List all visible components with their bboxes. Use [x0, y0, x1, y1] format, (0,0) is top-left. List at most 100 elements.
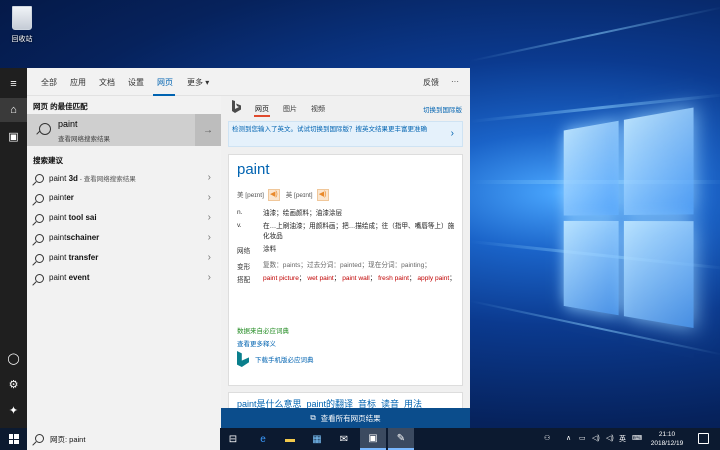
- volume-icon[interactable]: ◁): [592, 434, 600, 442]
- people-icon[interactable]: ⚇: [544, 434, 550, 442]
- best-match-item[interactable]: paint 查看网络搜索结果 →: [27, 114, 221, 146]
- preview-pane: 网页 图片 视频 切换到国际版 检测到您输入了英文。试试切换到国际版？搜英文结果…: [221, 96, 470, 428]
- search-icon: [35, 434, 44, 443]
- search-icon: [39, 123, 51, 135]
- notebook-icon[interactable]: ▣: [0, 124, 27, 148]
- tab-web[interactable]: 网页: [157, 77, 173, 88]
- collocation-link[interactable]: fresh paint: [378, 275, 409, 282]
- chevron-right-icon[interactable]: ›: [208, 272, 211, 283]
- best-match-header: 网页 的最佳匹配: [33, 102, 88, 111]
- pronunciation-us: 美 [peɪnt]: [237, 192, 264, 199]
- suggestion-item[interactable]: paintschainer ›: [27, 228, 221, 248]
- part-of-speech: v.: [237, 222, 242, 229]
- forms-text: 复数：paints；过去分词：painted；现在分词：painting；: [263, 262, 431, 269]
- search-icon: [35, 274, 44, 283]
- chevron-right-icon[interactable]: ›: [208, 212, 211, 223]
- collocation-link[interactable]: paint wall: [342, 275, 370, 282]
- open-arrow-icon[interactable]: →: [195, 114, 221, 146]
- bing-tab-videos[interactable]: 视频: [311, 104, 325, 114]
- dictionary-word: paint: [237, 161, 270, 178]
- user-icon[interactable]: ◯: [0, 346, 27, 370]
- english-detected-banner[interactable]: 检测到您输入了英文。试试切换到国际版？搜英文结果更丰富更准确 ›: [228, 121, 463, 147]
- chevron-right-icon[interactable]: ›: [208, 232, 211, 243]
- hamburger-menu-icon[interactable]: ≡: [0, 72, 27, 96]
- suggestion-item[interactable]: paint tool sai ›: [27, 208, 221, 228]
- bing-tab-web[interactable]: 网页: [255, 104, 269, 114]
- edge-browser-icon[interactable]: e: [250, 428, 276, 450]
- taskbar: 网页: paint ⊟ e ▬ ▦ ✉ ▣ ✎ ⚇ ∧ ▭ ◁) ◁) 英 ⌨ …: [0, 428, 720, 450]
- store-icon[interactable]: ▦: [304, 428, 330, 450]
- results-list: 网页 的最佳匹配 paint 查看网络搜索结果 → 搜索建议 paint 3d …: [27, 96, 221, 428]
- more-definitions-link[interactable]: 查看更多释义: [237, 338, 276, 348]
- definition-row: n. 油漆；绘画颜料；油漆涂层: [237, 209, 459, 219]
- volume-icon-2[interactable]: ◁): [606, 434, 614, 442]
- home-icon[interactable]: ⌂: [0, 98, 27, 122]
- search-icon: [35, 254, 44, 263]
- see-all-label: 查看所有网页结果: [320, 413, 381, 423]
- more-options-button[interactable]: ···: [451, 77, 459, 86]
- best-match-query: paint: [58, 119, 78, 129]
- switch-international-link[interactable]: 切换到国际版: [423, 104, 462, 114]
- start-button[interactable]: [0, 428, 27, 450]
- settings-gear-icon[interactable]: ⚙: [0, 372, 27, 396]
- windows-logo-graphic: [563, 107, 698, 334]
- suggestion-prefix: paint: [49, 253, 67, 262]
- collocation-link[interactable]: apply paint: [417, 275, 449, 282]
- feedback-button[interactable]: 反馈: [423, 77, 439, 88]
- definition-row: v. 在…上刷油漆；用颜料画；把…描绘成；往（指甲、嘴唇等上）施化妆品: [237, 222, 459, 242]
- tab-apps[interactable]: 应用: [70, 77, 86, 88]
- dictionary-source[interactable]: 数据来自必应词典: [237, 325, 289, 335]
- tab-documents[interactable]: 文档: [99, 77, 115, 88]
- definition-row: 网络 涂料: [237, 245, 459, 255]
- suggestion-item[interactable]: paint event ›: [27, 268, 221, 288]
- keyboard-icon[interactable]: ⌨: [632, 434, 642, 442]
- chevron-right-icon[interactable]: ›: [208, 172, 211, 183]
- chevron-right-icon[interactable]: ›: [208, 252, 211, 263]
- definitions: n. 油漆；绘画颜料；油漆涂层 v. 在…上刷油漆；用颜料画；把…描绘成；往（指…: [237, 209, 459, 287]
- app-icon-2[interactable]: ✎: [388, 428, 414, 450]
- mail-icon[interactable]: ✉: [331, 428, 357, 450]
- speaker-icon[interactable]: ◀): [267, 189, 280, 202]
- feedback-hub-icon[interactable]: ✦: [0, 398, 27, 422]
- tab-more[interactable]: 更多 ▾: [187, 77, 209, 88]
- see-all-web-results-button[interactable]: ⧉ 查看所有网页结果: [221, 408, 470, 428]
- taskbar-search-box[interactable]: 网页: paint: [27, 428, 220, 450]
- collocation-link[interactable]: paint picture: [263, 275, 299, 282]
- search-panel: 全部 应用 文档 设置 网页 更多 ▾ 反馈 ··· 网页 的最佳匹配 pain…: [27, 68, 470, 428]
- clock[interactable]: 21:10 2018/12/19: [645, 430, 689, 448]
- bing-logo-icon: [232, 100, 241, 113]
- definition-text: 在…上刷油漆；用颜料画；把…描绘成；往（指甲、嘴唇等上）施化妆品: [263, 223, 455, 240]
- suggestion-item[interactable]: painter ›: [27, 188, 221, 208]
- speaker-icon[interactable]: ◀): [316, 189, 329, 202]
- file-explorer-icon[interactable]: ▬: [277, 428, 303, 450]
- task-view-icon[interactable]: ⊟: [220, 428, 246, 450]
- suggestion-item[interactable]: paint 3d - 查看网络搜索结果 ›: [27, 168, 221, 188]
- collocations-row: 搭配 paint picture； wet paint； paint wall；…: [237, 275, 456, 284]
- suggestion-completion: tool sai: [66, 213, 97, 222]
- suggestion-prefix: paint: [49, 193, 67, 202]
- tab-more-label: 更多: [187, 78, 203, 87]
- tab-all[interactable]: 全部: [41, 77, 57, 88]
- definition-text: 油漆；绘画颜料；油漆涂层: [263, 210, 343, 217]
- part-of-speech: n.: [237, 209, 243, 216]
- scope-tabs: 全部 应用 文档 设置 网页 更多 ▾ 反馈 ···: [27, 68, 470, 96]
- bing-tab-images[interactable]: 图片: [283, 104, 297, 114]
- suggestion-item[interactable]: paint transfer ›: [27, 248, 221, 268]
- app-icon-1[interactable]: ▣: [360, 428, 386, 450]
- clock-time: 21:10: [658, 431, 676, 438]
- action-center-icon[interactable]: [698, 433, 709, 444]
- download-text: 下载手机版必应词典: [255, 357, 314, 364]
- tab-settings[interactable]: 设置: [128, 77, 144, 88]
- recycle-bin-shortcut[interactable]: 回收站: [6, 6, 38, 44]
- recycle-bin-icon: [12, 6, 32, 30]
- suggestion-prefix: paint: [49, 233, 67, 242]
- collocation-link[interactable]: wet paint: [307, 275, 333, 282]
- ime-indicator[interactable]: 英: [619, 434, 626, 444]
- show-hidden-icons-icon[interactable]: ∧: [566, 434, 571, 442]
- dictionary-card: paint 美 [peɪnt] ◀) 英 [peɪnt] ◀) n. 油漆；绘画颜料…: [228, 154, 463, 386]
- search-icon: [35, 174, 44, 183]
- chevron-right-icon[interactable]: ›: [208, 192, 211, 203]
- best-match-subtitle: 查看网络搜索结果: [58, 136, 110, 143]
- pronunciation-row: 美 [peɪnt] ◀) 英 [peɪnt] ◀): [237, 189, 333, 202]
- network-icon[interactable]: ▭: [579, 434, 586, 442]
